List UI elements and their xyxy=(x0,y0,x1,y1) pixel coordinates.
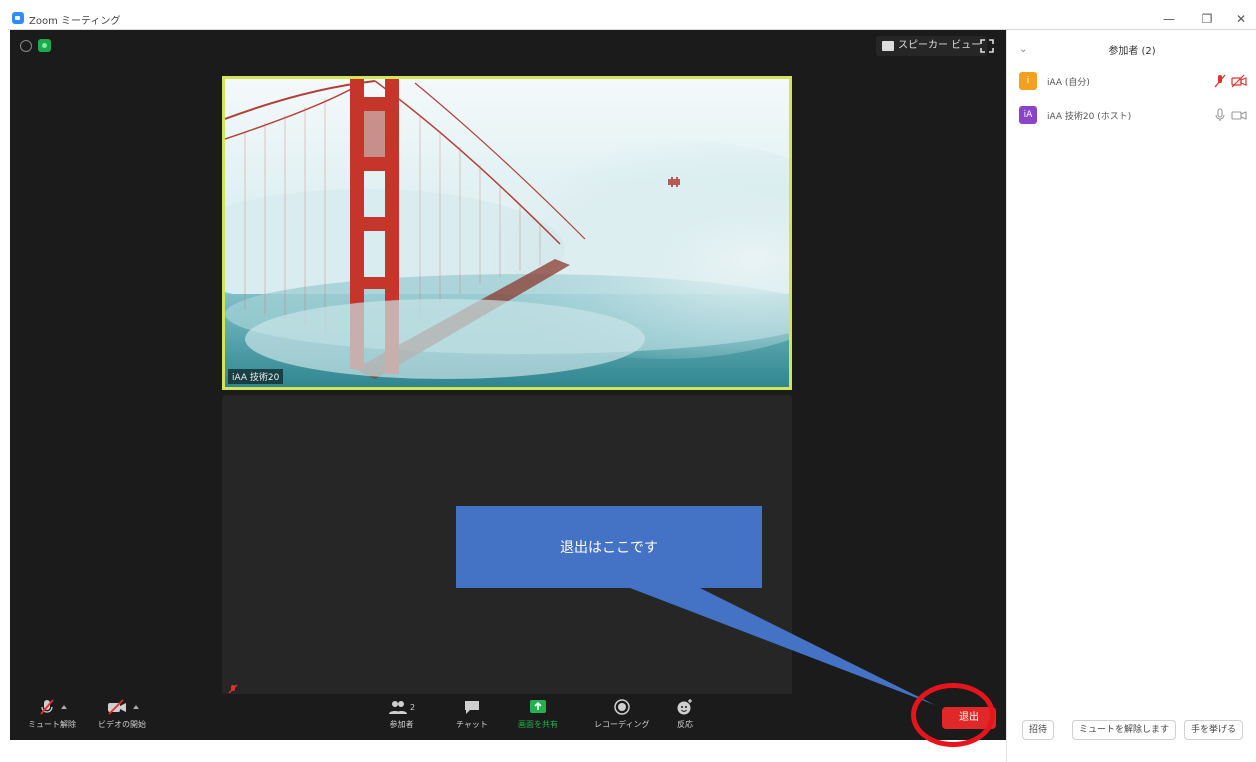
raise-hand-button[interactable]: 手を挙げる xyxy=(1184,720,1244,740)
video-icon xyxy=(1231,111,1247,120)
title-bar: Zoom ミーティング — ❐ ✕ xyxy=(8,8,1256,30)
unmute-me-button[interactable]: ミュートを解除します xyxy=(1072,720,1177,740)
invite-button[interactable]: 招待 xyxy=(1022,720,1055,740)
record-button[interactable]: レコーディング xyxy=(594,698,649,730)
view-grid-icon xyxy=(882,41,894,51)
record-label: レコーディング xyxy=(594,720,650,729)
golden-gate-bridge-image xyxy=(225,79,789,387)
unmute-label: ミュート解除 xyxy=(28,720,76,729)
zoom-logo-icon xyxy=(12,12,24,24)
window-title: Zoom ミーティング xyxy=(29,16,121,27)
participant-avatar: i xyxy=(1019,72,1037,90)
close-button[interactable]: ✕ xyxy=(1230,10,1252,28)
screen: Zoom ミーティング — ❐ ✕ スピーカー ビュー iAA 技術20 ミュー… xyxy=(0,0,1256,762)
panel-footer: 招待 ミュートを解除します 手を挙げる xyxy=(1016,720,1256,740)
video-off-icon xyxy=(1231,74,1247,88)
mic-icon xyxy=(1215,108,1225,121)
leave-highlight-circle xyxy=(911,683,995,747)
share-screen-icon xyxy=(530,700,546,713)
participants-label: 参加者 xyxy=(389,720,414,729)
reactions-label: 反応 xyxy=(677,720,693,729)
chat-button[interactable]: チャット xyxy=(456,698,488,730)
minimize-button[interactable]: — xyxy=(1158,10,1180,28)
panel-title: 参加者 (2) xyxy=(1108,46,1156,57)
meeting-toolbar: ミュート解除 ビデオの開始 2 参加者 チャット 画面を共有 レコーディング 反… xyxy=(10,694,1006,740)
participant-avatar: iA xyxy=(1019,106,1037,124)
reaction-smiley-icon xyxy=(677,699,692,715)
video-options-chevron-icon[interactable] xyxy=(132,705,139,709)
participants-count: 2 xyxy=(410,702,416,712)
participants-icon xyxy=(389,701,407,714)
start-video-button[interactable]: ビデオの開始 xyxy=(98,698,146,730)
fullscreen-icon[interactable] xyxy=(980,39,994,53)
muted-mic-icon xyxy=(39,699,54,715)
chat-bubble-icon xyxy=(464,701,479,714)
start-video-label: ビデオの開始 xyxy=(98,720,146,729)
speaker-view-button[interactable]: スピーカー ビュー xyxy=(876,36,988,56)
participant-name: iAA (自分) xyxy=(1047,78,1090,88)
chat-label: チャット xyxy=(456,720,488,729)
security-shield-icon[interactable] xyxy=(38,39,51,52)
audio-options-chevron-icon[interactable] xyxy=(60,705,67,709)
restore-button[interactable]: ❐ xyxy=(1196,10,1218,28)
callout-box: 退出はここです xyxy=(456,506,762,588)
video-off-icon xyxy=(107,699,126,715)
connection-info-icon[interactable] xyxy=(20,40,32,52)
reactions-button[interactable]: 反応 xyxy=(676,698,694,730)
unmute-button[interactable]: ミュート解除 xyxy=(28,698,76,730)
muted-mic-icon xyxy=(1214,74,1226,88)
participants-button[interactable]: 2 参加者 xyxy=(388,698,415,730)
speaker-view-label: スピーカー ビュー xyxy=(898,40,982,51)
meeting-area: スピーカー ビュー iAA 技術20 xyxy=(10,30,1006,720)
record-icon xyxy=(613,699,630,715)
participant-name: iAA 技術20 (ホスト) xyxy=(1047,112,1132,122)
share-screen-button[interactable]: 画面を共有 xyxy=(518,698,558,730)
active-speaker-video: iAA 技術20 xyxy=(222,76,792,390)
speaker-name-tag: iAA 技術20 xyxy=(228,369,284,384)
participant-row[interactable]: iA iAA 技術20 (ホスト) xyxy=(1017,106,1253,126)
participant-row[interactable]: i iAA (自分) xyxy=(1017,72,1253,92)
share-screen-label: 画面を共有 xyxy=(518,720,558,729)
participants-panel: ⌄ 参加者 (2) i iAA (自分) iA iAA 技術20 (ホスト) xyxy=(1006,30,1256,762)
muted-mic-icon xyxy=(228,684,238,694)
